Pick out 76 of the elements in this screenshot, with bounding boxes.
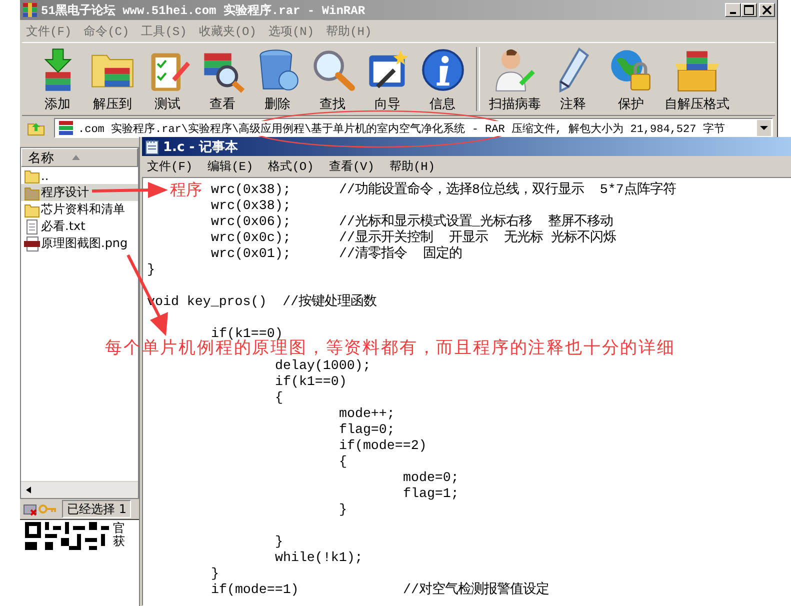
code-line: mode=0; (403, 470, 459, 486)
notepad-icon (145, 138, 159, 154)
toolbar-button[interactable]: 删除 (250, 45, 305, 115)
code-line: } (275, 534, 283, 550)
code-line: } (211, 566, 219, 582)
toolbar-button[interactable]: 向导 (360, 45, 415, 115)
toolbar-button[interactable]: 自解压格式 (660, 45, 734, 115)
code-line: mode++; (339, 406, 395, 422)
archive-icon (22, 2, 38, 18)
folder-icon (24, 184, 40, 200)
text-file-icon (24, 218, 40, 234)
minimize-icon (730, 12, 736, 14)
menu-item[interactable]: 文件(F) (147, 158, 193, 175)
toolbar-button[interactable]: 保护 (602, 45, 660, 115)
code-line: while(!k1); (275, 550, 363, 566)
menu-item[interactable]: 选项(N) (268, 22, 314, 40)
code-line: wrc(0x0c); //显示开关控制 开显示 无光标 光标不闪烁 (211, 230, 616, 246)
code-line: flag=0; (339, 422, 395, 438)
file-row[interactable]: 必看.txt (21, 218, 138, 235)
minimize-button[interactable] (725, 3, 741, 17)
window-title: 1.c - 记事本 (163, 138, 238, 156)
close-button[interactable] (759, 3, 775, 17)
code-line: flag=1; (403, 486, 459, 502)
menu-item[interactable]: 格式(O) (268, 158, 314, 175)
address-field[interactable]: .com 实验程序.rar\实验程序\高级应用例程\基于单片机的室内空气净化系统 - RAR 压缩文件, 解包大小为 21,984,527 字节 (54, 118, 773, 138)
code-line: if(k1==0) (211, 326, 283, 341)
maximize-button[interactable] (741, 3, 757, 17)
menu-item[interactable]: 命令(C) (84, 22, 130, 40)
code-line: if(mode==2) (339, 438, 427, 454)
menu-item[interactable]: 帮助(H) (389, 158, 436, 175)
file-row[interactable]: .. (21, 167, 138, 184)
status-text: 已经选择 1 (62, 500, 132, 518)
annotation-text: 程序 (170, 180, 202, 200)
code-line: wrc(0x38); //功能设置命令，选择8位总线，双行显示 5*7点阵字符 (211, 182, 676, 198)
toolbar-button[interactable]: 查看 (195, 45, 250, 115)
menu-item[interactable]: 查看(V) (328, 158, 374, 175)
caption-text: 获 (113, 535, 125, 548)
close-icon (762, 5, 772, 15)
toolbar-button[interactable]: 添加 (30, 45, 85, 115)
toolbar-button[interactable]: 查找 (305, 45, 360, 115)
code-line: wrc(0x06); //光标和显示模式设置_光标右移 整屏不移动 (211, 214, 613, 230)
menu-item[interactable]: 文件(F) (26, 22, 72, 40)
toolbar-button[interactable]: 信息 (415, 45, 470, 115)
caption-text: 官 (113, 522, 125, 535)
code-line: } (147, 262, 155, 278)
qr-code-icon (25, 522, 109, 550)
code-line: { (275, 390, 283, 406)
code-line: if(mode==1) //对空气检测报警值设定 (211, 582, 549, 598)
code-line: } (339, 502, 347, 518)
toolbar-button[interactable]: 解压到 (85, 45, 140, 115)
toolbar-button[interactable]: 扫描病毒 (486, 45, 544, 115)
file-row[interactable]: 原理图截图.png (21, 235, 138, 252)
menu-item[interactable]: 编辑(E) (208, 158, 254, 175)
column-header[interactable]: 名称 (21, 148, 138, 167)
toolbar-button[interactable]: 注释 (544, 45, 602, 115)
address-text: .com 实验程序.rar\实验程序\高级应用例程\基于单片机的室内空气净化系统 - RAR 压缩文件, 解包大小为 21,984,527 字节 (78, 120, 725, 136)
window-title: 51黑电子论坛 www.51hei.com 实验程序.rar - WinRAR (41, 2, 366, 18)
maximize-icon (744, 5, 754, 15)
toolbar-button[interactable]: 测试 (140, 45, 195, 115)
file-row[interactable]: 芯片资料和清单 (21, 201, 138, 218)
menu-item[interactable]: 帮助(H) (326, 22, 372, 40)
scroll-left-arrow-icon (26, 486, 31, 494)
folder-up-arrow-icon (27, 120, 45, 136)
code-line: wrc(0x38); (211, 198, 291, 214)
horizontal-scrollbar[interactable] (21, 481, 138, 498)
archive-icon (58, 120, 74, 136)
lock-key-icon (22, 502, 58, 516)
code-line: if(k1==0) (275, 374, 347, 390)
code-line: wrc(0x01); //清零指令 固定的 (211, 246, 462, 262)
image-file-icon (24, 236, 40, 252)
menu-item[interactable]: 收藏夹(O) (198, 22, 256, 40)
file-row[interactable]: 程序设计 (21, 184, 138, 201)
menu-item[interactable]: 工具(S) (141, 22, 187, 40)
info-icon (420, 47, 466, 93)
code-line: { (339, 454, 347, 470)
code-line: delay(1000); (275, 358, 371, 374)
